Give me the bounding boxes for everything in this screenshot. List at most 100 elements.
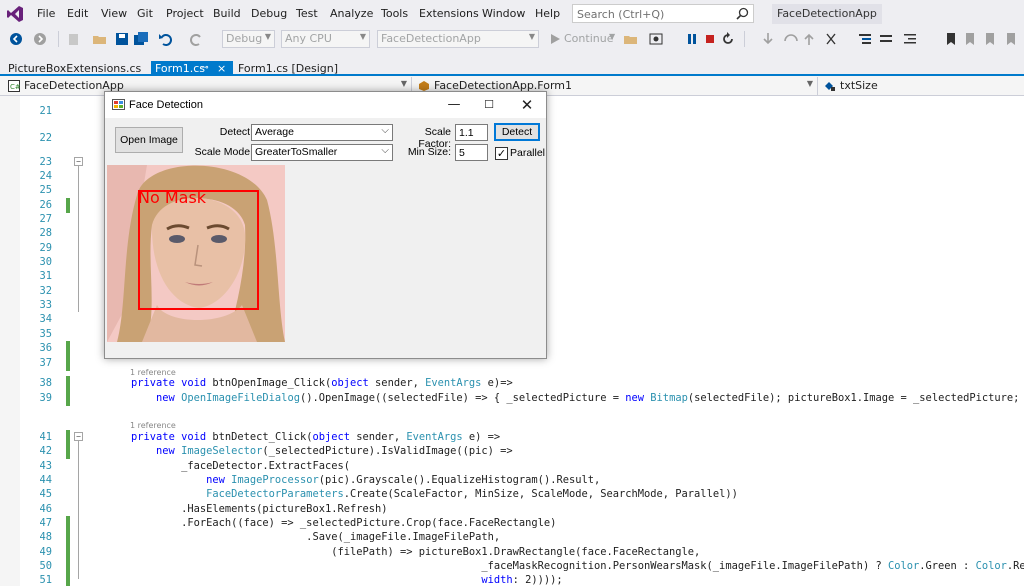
code-line[interactable]: 41 private void btnDetect_Click(object s… xyxy=(0,430,1024,445)
redo-icon[interactable] xyxy=(188,31,204,47)
menu-git[interactable]: Git xyxy=(137,7,153,20)
change-marker xyxy=(66,530,70,545)
chevron-down-icon: ▼ xyxy=(806,79,813,88)
detect-button[interactable]: Detect xyxy=(494,123,540,141)
line-number: 41 xyxy=(39,431,52,443)
code-line[interactable]: 51 width: 2)))); xyxy=(0,573,1024,586)
back-icon[interactable] xyxy=(8,31,24,47)
menu-edit[interactable]: Edit xyxy=(67,7,88,20)
code-line[interactable]: 48 .Save(_imageFile.ImageFilePath, xyxy=(0,530,1024,545)
member-nav-select[interactable]: txtSize xyxy=(820,77,1024,95)
detect-mode-label: Detect: xyxy=(219,126,253,138)
continue-button[interactable]: Continue xyxy=(564,32,613,45)
maximize-icon[interactable]: ☐ xyxy=(480,96,498,114)
forward-icon[interactable] xyxy=(32,31,48,47)
step-into-icon[interactable] xyxy=(760,31,776,47)
pause-icon[interactable] xyxy=(684,31,700,47)
step-out-icon[interactable] xyxy=(801,31,817,47)
stop-icon[interactable] xyxy=(702,31,718,47)
configuration-value: Debug xyxy=(226,32,263,45)
new-project-icon[interactable] xyxy=(66,31,82,47)
min-size-input[interactable] xyxy=(455,144,488,161)
code-line[interactable]: 50 _faceMaskRecognition.PersonWearsMask(… xyxy=(0,559,1024,574)
scale-mode-select[interactable]: GreaterToSmaller ⌵ xyxy=(251,144,393,161)
code-text: _faceDetector.ExtractFaces( xyxy=(106,460,350,472)
undo-icon[interactable] xyxy=(158,31,174,47)
menu-tools[interactable]: Tools xyxy=(381,7,408,20)
code-line[interactable]: 44 new ImageProcessor(pic).Grayscale().E… xyxy=(0,473,1024,488)
menu-window[interactable]: Window xyxy=(482,7,525,20)
next-bookmark-icon[interactable] xyxy=(982,31,998,47)
platform-select[interactable]: Any CPU ▼ xyxy=(281,30,370,48)
uncomment-icon[interactable] xyxy=(878,31,894,47)
chevron-down-icon: ⌵ xyxy=(381,125,389,136)
code-text: .HasElements(pictureBox1.Refresh) xyxy=(106,503,388,515)
code-text: FaceDetectorParameters.Create(ScaleFacto… xyxy=(206,488,738,500)
change-marker xyxy=(66,559,70,574)
face-bounding-box xyxy=(138,190,259,310)
code-line[interactable]: 46 .HasElements(pictureBox1.Refresh) xyxy=(0,502,1024,517)
open-folder-icon[interactable] xyxy=(92,31,108,47)
window-titlebar[interactable]: Face Detection — ☐ ✕ xyxy=(105,92,546,118)
search-input[interactable]: Search (Ctrl+Q) xyxy=(572,4,754,23)
chevron-down-icon: ▼ xyxy=(528,32,535,41)
line-number: 45 xyxy=(39,488,52,500)
code-line[interactable]: 38 private void btnOpenImage_Click(objec… xyxy=(0,376,1024,391)
scale-mode-value: GreaterToSmaller xyxy=(255,146,338,158)
menu-analyze[interactable]: Analyze xyxy=(330,7,373,20)
code-line[interactable]: 39 new OpenImageFileDialog().OpenImage((… xyxy=(0,391,1024,406)
code-line[interactable]: 49 (filePath) => pictureBox1.DrawRectang… xyxy=(0,545,1024,560)
menu-build[interactable]: Build xyxy=(213,7,241,20)
clear-bookmarks-icon[interactable] xyxy=(1003,31,1019,47)
menu-test[interactable]: Test xyxy=(296,7,318,20)
attach-icon[interactable] xyxy=(623,31,639,47)
code-text: private void btnOpenImage_Click(object s… xyxy=(131,377,513,389)
scale-factor-input[interactable] xyxy=(455,124,488,141)
hot-reload-icon[interactable] xyxy=(823,31,839,47)
change-marker xyxy=(66,341,70,356)
code-text: .Save(_imageFile.ImageFilePath, xyxy=(106,531,501,543)
solution-name: FaceDetectionApp xyxy=(772,4,882,24)
line-number: 35 xyxy=(39,328,52,340)
detect-mode-select[interactable]: Average ⌵ xyxy=(251,124,393,141)
line-number: 27 xyxy=(39,213,52,225)
chevron-down-icon[interactable]: ▼ xyxy=(609,32,615,41)
bookmark-icon[interactable] xyxy=(943,31,959,47)
minimize-icon[interactable]: — xyxy=(445,96,463,114)
parallel-label[interactable]: Parallel xyxy=(510,147,545,159)
code-line[interactable]: 45 FaceDetectorParameters.Create(ScaleFa… xyxy=(0,487,1024,502)
step-over-icon[interactable] xyxy=(783,31,799,47)
codelens-reference[interactable]: 1 reference xyxy=(130,421,176,430)
configuration-select[interactable]: Debug ▼ xyxy=(222,30,275,48)
open-image-button[interactable]: Open Image xyxy=(115,127,183,153)
menu-extensions[interactable]: Extensions xyxy=(419,7,479,20)
menu-project[interactable]: Project xyxy=(166,7,204,20)
save-icon[interactable] xyxy=(114,31,130,47)
menu-file[interactable]: File xyxy=(37,7,55,20)
code-text: width: 2)))); xyxy=(481,574,563,586)
code-line[interactable]: 47 .ForEach((face) => _selectedPicture.C… xyxy=(0,516,1024,531)
restart-icon[interactable] xyxy=(720,31,736,47)
menu-view[interactable]: View xyxy=(101,7,127,20)
menu-help[interactable]: Help xyxy=(535,7,560,20)
startup-project-select[interactable]: FaceDetectionApp ▼ xyxy=(377,30,539,48)
window-title: Face Detection xyxy=(129,99,203,111)
screenshot-icon[interactable] xyxy=(648,31,664,47)
prev-bookmark-icon[interactable] xyxy=(962,31,978,47)
close-icon[interactable]: ✕ xyxy=(518,96,536,114)
play-icon[interactable] xyxy=(547,31,563,47)
line-number: 23 xyxy=(39,156,52,168)
line-number: 42 xyxy=(39,445,52,457)
face-detection-window[interactable]: Face Detection — ☐ ✕ Open Image Detect: … xyxy=(104,91,547,359)
change-marker xyxy=(66,516,70,531)
code-line[interactable]: 43 _faceDetector.ExtractFaces( xyxy=(0,459,1024,474)
comment-icon[interactable] xyxy=(857,31,873,47)
save-all-icon[interactable] xyxy=(133,31,149,47)
line-number: 25 xyxy=(39,184,52,196)
menu-debug[interactable]: Debug xyxy=(251,7,287,20)
parallel-checkbox[interactable]: ✓ xyxy=(495,147,508,160)
line-number: 36 xyxy=(39,342,52,354)
line-number: 43 xyxy=(39,460,52,472)
indent-icon[interactable] xyxy=(902,31,918,47)
code-line[interactable]: 42 new ImageSelector(_selectedPicture).I… xyxy=(0,444,1024,459)
